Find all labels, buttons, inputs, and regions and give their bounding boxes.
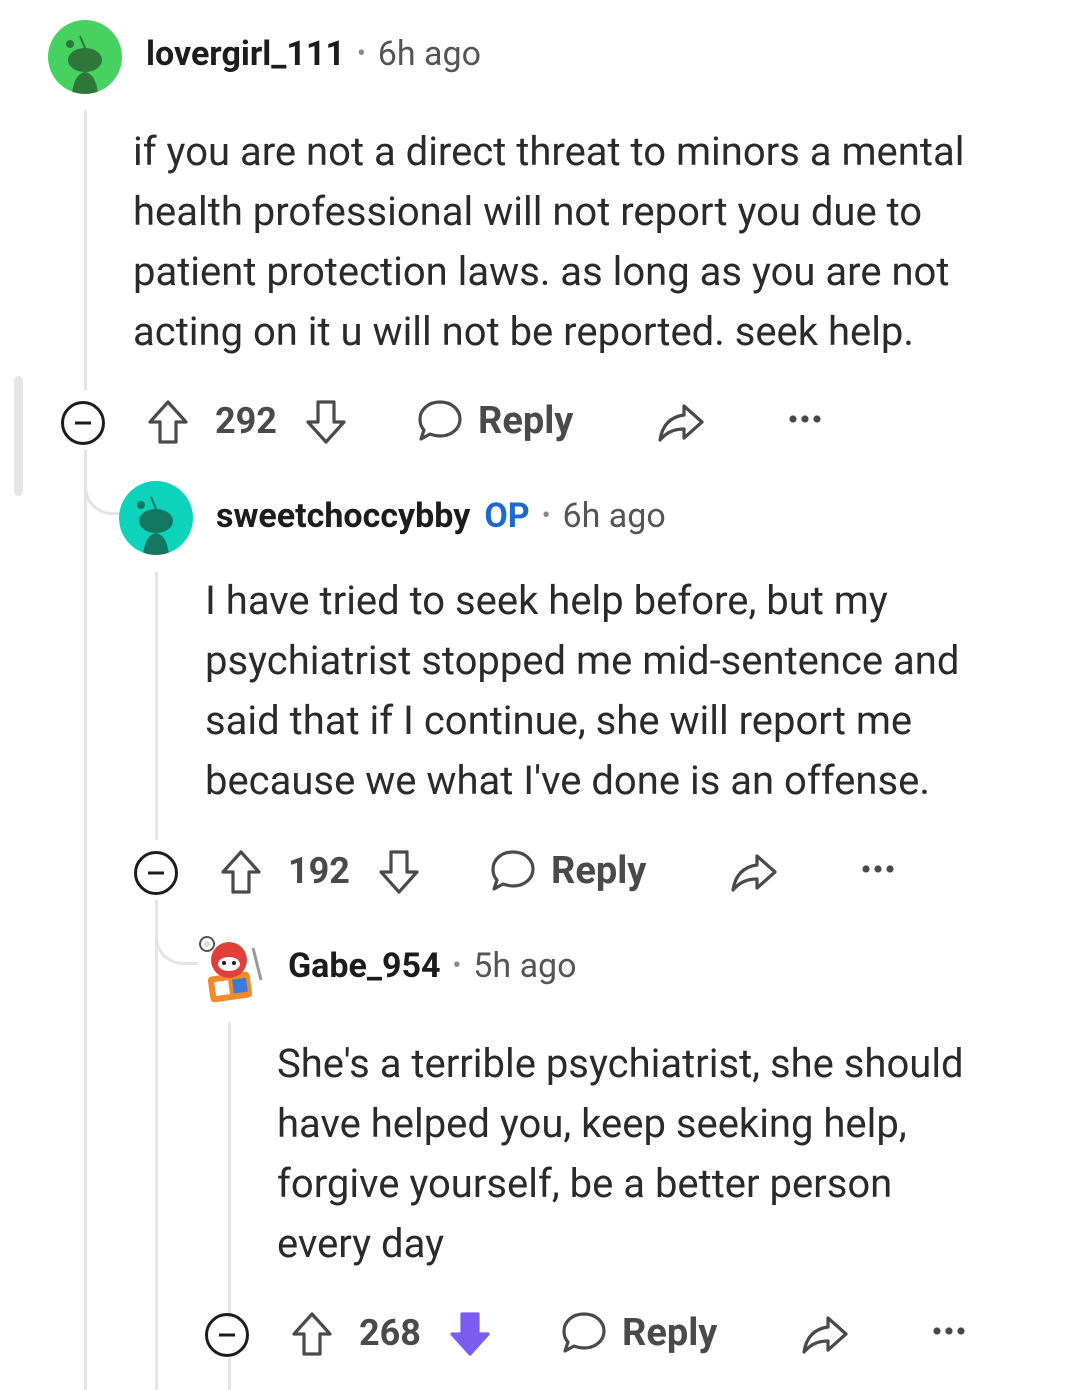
reply-button[interactable]: Reply: [489, 848, 646, 894]
avatar[interactable]: [119, 481, 193, 555]
ellipsis-icon: [862, 865, 894, 873]
upvote-button[interactable]: [146, 398, 190, 446]
collapse-icon: [134, 851, 178, 895]
collapse-button[interactable]: [60, 400, 106, 446]
more-options-button[interactable]: [932, 1326, 966, 1336]
username[interactable]: Gabe_954: [288, 946, 441, 986]
share-button[interactable]: [729, 850, 779, 894]
separator-dot: •: [541, 501, 551, 531]
separator-dot: •: [356, 39, 366, 69]
thread-line-3[interactable]: [228, 1022, 231, 1318]
comment-meta: lovergirl_111 • 6h ago: [146, 34, 481, 74]
thread-line-1-lower[interactable]: [84, 450, 87, 1390]
timestamp: 6h ago: [562, 496, 666, 536]
username[interactable]: sweetchoccybby: [216, 496, 470, 536]
reply-button[interactable]: Reply: [416, 398, 573, 444]
upvote-arrow-icon: [292, 1312, 332, 1356]
share-button[interactable]: [800, 1312, 850, 1356]
share-button[interactable]: [656, 400, 706, 444]
comment-body: if you are not a direct threat to minors…: [133, 128, 965, 355]
avatar[interactable]: [193, 930, 267, 1004]
thread-line-2-lower[interactable]: [155, 900, 158, 1390]
share-arrow-icon: [731, 854, 777, 892]
comment-body: I have tried to seek help before, but my…: [205, 577, 960, 804]
thread-elbow-2: [84, 450, 121, 515]
share-arrow-icon: [658, 404, 704, 442]
reply-label: Reply: [478, 399, 574, 443]
vote-score: 192: [288, 850, 350, 892]
comment-meta: Gabe_954 • 5h ago: [288, 946, 577, 986]
speech-bubble-icon: [491, 850, 535, 891]
thread-elbow-3: [155, 900, 198, 965]
scrollbar[interactable]: [14, 376, 23, 496]
downvote-button[interactable]: [377, 848, 421, 896]
downvote-arrow-icon: [306, 400, 346, 444]
avatar[interactable]: [48, 20, 122, 94]
collapse-icon: [205, 1313, 249, 1357]
share-arrow-icon: [802, 1316, 848, 1354]
thread-line-2[interactable]: [155, 572, 158, 840]
more-options-button[interactable]: [788, 414, 822, 424]
collapse-button[interactable]: [204, 1312, 250, 1358]
vote-score: 268: [359, 1312, 421, 1354]
username[interactable]: lovergirl_111: [146, 34, 345, 74]
comment-body: She's a terrible psychiatrist, she shoul…: [277, 1040, 964, 1267]
ellipsis-icon: [933, 1327, 965, 1335]
op-badge: OP: [484, 496, 530, 536]
upvote-arrow-icon: [148, 400, 188, 444]
downvote-arrow-icon: [379, 850, 419, 894]
speech-bubble-icon: [562, 1312, 606, 1353]
snoo-avatar-icon: [66, 35, 102, 94]
more-options-button[interactable]: [861, 864, 895, 874]
collapse-button[interactable]: [133, 850, 179, 896]
upvote-button[interactable]: [290, 1310, 334, 1358]
custom-snoo-avatar-icon: [199, 936, 263, 1003]
timestamp: 6h ago: [377, 34, 481, 74]
speech-bubble-icon: [418, 400, 462, 441]
upvote-button[interactable]: [219, 848, 263, 896]
vote-score: 292: [215, 400, 277, 442]
comment-actions: 292 Reply: [60, 392, 860, 452]
reply-label: Reply: [622, 1311, 718, 1355]
downvote-arrow-filled-icon: [450, 1312, 490, 1356]
comment-meta: sweetchoccybby OP • 6h ago: [216, 496, 666, 536]
comment-actions: 268 Reply: [204, 1304, 1004, 1364]
timestamp: 5h ago: [473, 946, 577, 986]
ellipsis-icon: [789, 415, 821, 423]
upvote-arrow-icon: [221, 850, 261, 894]
collapse-icon: [61, 401, 105, 445]
downvote-button-active[interactable]: [448, 1310, 492, 1358]
snoo-avatar-icon: [137, 496, 173, 555]
comment-actions: 192 Reply: [133, 842, 933, 902]
downvote-button[interactable]: [304, 398, 348, 446]
reply-button[interactable]: Reply: [560, 1310, 717, 1356]
separator-dot: •: [452, 951, 462, 981]
reply-label: Reply: [551, 849, 647, 893]
thread-line-1[interactable]: [84, 110, 87, 390]
